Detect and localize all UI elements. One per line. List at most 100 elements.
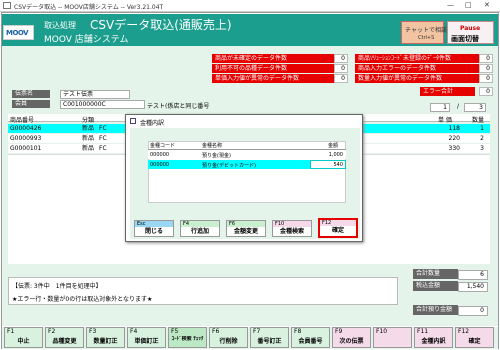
chat-label: チャットで相談 (405, 27, 447, 34)
fkey-fix-number-button[interactable]: F7 番号訂正 (250, 327, 289, 348)
denomination-dialog: 金種内訳 金種コード 金種名称 金額 000000 預り金(現金) 1,000 … (125, 114, 363, 242)
fkey-label: F11 (417, 328, 429, 335)
add-row-button[interactable]: F4 行追加 (180, 220, 220, 237)
tax-incl-label: 税込金額 (413, 281, 458, 291)
col-qty: 数量 (472, 117, 485, 124)
deposit-total-value: 0 (458, 306, 488, 316)
fkey-label: F1 (7, 328, 15, 335)
close-button[interactable]: Esc 閉じる (134, 220, 174, 237)
error-label: 単価入力値が異常のデータ件数 (212, 74, 342, 83)
fkey-label: F8 (294, 328, 302, 335)
denom-code: 000000 (150, 162, 170, 168)
row-price: 220 (448, 135, 460, 142)
fkey-label: F4 (130, 328, 138, 335)
row-code: G0000426 (10, 125, 42, 132)
window-titlebar: CSVデータ取込 -- MOOV店舗システム -- Ver3.21.04T — … (0, 0, 500, 12)
change-amount-button[interactable]: F6 金額変更 (226, 220, 266, 237)
button-label: 行追加 (190, 228, 209, 235)
moov-logo: MOOV (3, 25, 34, 40)
app-icon (3, 2, 11, 9)
fkey-action-label: 金種内訳 (421, 338, 446, 345)
slip-name-label: 伝票名 (12, 90, 50, 98)
confirm-button[interactable]: F12 確定 (318, 218, 358, 238)
fkey-action-label: 行削除 (219, 338, 238, 345)
fkey-fix-price-button[interactable]: F4 単価訂正 (127, 327, 166, 348)
fkey-next-slip-button[interactable]: F9 次の伝票 (332, 327, 371, 348)
member-code-field[interactable]: C001000000C (60, 100, 145, 109)
close-window-button[interactable]: ✕ (484, 1, 490, 9)
denom-amount: 540 (333, 162, 343, 168)
logo-text: MOOV (6, 29, 29, 37)
fkey-label: F6 (212, 328, 220, 335)
total-qty-label: 合計数量 (413, 269, 458, 279)
error-label: 商品が未確定のデータ件数 (212, 54, 342, 63)
chat-shortcut: Ctrl+S (418, 35, 435, 41)
error-count: 0 (334, 54, 348, 63)
error-label: 商品ｿﾘｭｰｼｮﾝｺｰﾄﾞ未登録のﾃﾞｰﾀ件数 (355, 54, 485, 63)
fkey-code-search-button[interactable]: F5 ｺｰﾄﾞ検索 ﾁｪｯｸ (168, 327, 207, 348)
minimize-button[interactable]: — (447, 1, 454, 9)
fkey-label: F5 (171, 328, 179, 335)
col-category: 分類 (82, 117, 95, 124)
fkey-action-label: 確定 (468, 338, 481, 345)
page-separator: / (457, 103, 460, 110)
fkey-confirm-button[interactable]: F12 確定 (455, 327, 494, 348)
fkey-label: F7 (253, 328, 261, 335)
fkey-action-label: 番号訂正 (257, 338, 282, 345)
fkey-fix-qty-button[interactable]: F3 数量訂正 (86, 327, 125, 348)
fkey-cancel-button[interactable]: F1 中止 (4, 327, 43, 348)
denom-name: 預り金(現金) (202, 153, 231, 159)
row-cat: FC (99, 145, 107, 152)
col-price: 単 価 (438, 117, 452, 124)
status-line-1: 【伝票: 3件中 1件目を処理中】 (12, 283, 102, 290)
error-label: 商品入力エラーのデータ件数 (355, 64, 485, 73)
dialog-title: 金種内訳 (140, 120, 165, 127)
search-denomination-button[interactable]: F10 金種検索 (272, 220, 312, 237)
row-cat: FC (99, 135, 107, 142)
denom-name: 預り金(デビットカード) (202, 163, 256, 169)
total-qty-value: 6 (458, 270, 488, 280)
section-label: 取込処理 (44, 21, 76, 30)
member-label: 会員 (12, 100, 50, 108)
fkey-member-number-button[interactable]: F8 会員番号 (291, 327, 330, 348)
error-count: 0 (334, 74, 348, 83)
error-count: 0 (479, 64, 493, 73)
fkey-action-label: 数量訂正 (93, 338, 118, 345)
member-name: テスト(係店と同じ番号 (147, 103, 210, 110)
fkey-action-label: 中止 (17, 338, 30, 345)
row-qty: 3 (480, 145, 484, 152)
fkey-label: F12 (458, 328, 470, 335)
system-name: MOOV 店舗システム (44, 35, 129, 45)
fkey-denomination-breakdown-button[interactable]: F11 金種内訳 (414, 327, 453, 348)
chat-consult-button[interactable]: チャットで相談 Ctrl+S (401, 21, 447, 44)
dialog-icon (130, 118, 136, 124)
slip-name-field[interactable]: テスト伝票 (60, 90, 130, 99)
maximize-button[interactable]: □ (465, 1, 472, 9)
page-total: 3 (464, 103, 486, 112)
status-line-2: ★エラー行・数量が0の行は取込対象外となります★ (12, 296, 153, 303)
button-label: 金種検索 (279, 228, 304, 235)
error-count: 0 (334, 64, 348, 73)
button-label: 閉じる (144, 228, 163, 235)
fkey-label: F2 (48, 328, 56, 335)
fkey-label: F3 (89, 328, 97, 335)
tax-incl-value: 1,540 (458, 282, 488, 292)
fkey-delete-row-button[interactable]: F6 行削除 (209, 327, 248, 348)
button-label: 金額変更 (233, 228, 258, 235)
pause-button[interactable]: Pause 画面切替 (447, 21, 494, 44)
error-count: 0 (479, 54, 493, 63)
row-cat: FC (99, 125, 107, 132)
row-type: 新品 (82, 125, 95, 132)
window-title: CSVデータ取込 -- MOOV店舗システム -- Ver3.21.04T (14, 4, 164, 11)
dialog-body: 金種コード 金種名称 金額 000000 預り金(現金) 1,000 00000… (130, 128, 360, 239)
denom-amount: 1,000 (328, 152, 343, 158)
deposit-total-label: 合計預り金額 (413, 305, 458, 315)
page-current: 1 (430, 103, 450, 112)
fkey-f10-button[interactable]: F10 (373, 327, 412, 348)
denom-code: 000000 (150, 152, 170, 158)
error-total-count: 0 (479, 87, 493, 96)
fkey-change-type-button[interactable]: F2 品種変更 (45, 327, 84, 348)
fkey-action-label: ｺｰﾄﾞ検索 ﾁｪｯｸ (171, 336, 204, 342)
error-total-label: エラー合計 (420, 87, 475, 96)
screen-switch-label: 画面切替 (451, 35, 479, 43)
